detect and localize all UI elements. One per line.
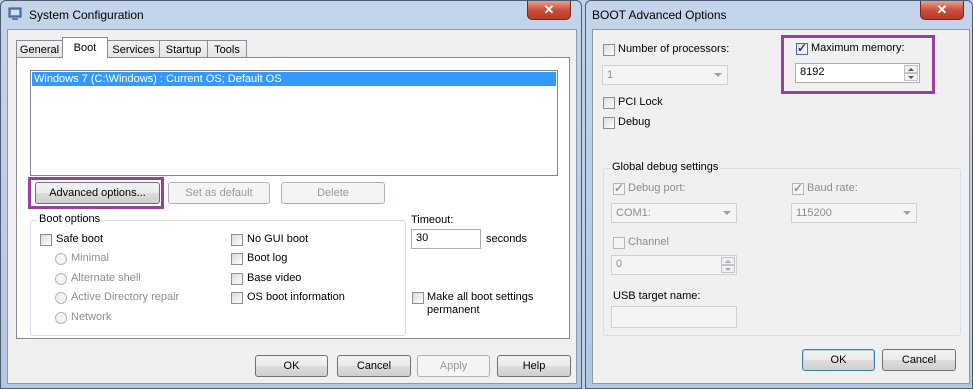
select-value: 115200	[796, 207, 832, 219]
tab-startup[interactable]: Startup	[159, 40, 208, 58]
input-value: 8192	[800, 66, 825, 78]
chevron-down-icon	[903, 211, 911, 215]
alternate-shell-label: Alternate shell	[71, 272, 141, 284]
system-configuration-window: System Configuration ✕ General Boot Serv…	[0, 0, 582, 389]
make-permanent-label-line1: Make all boot settings	[427, 291, 534, 303]
alternate-shell-radio[interactable]	[55, 273, 67, 285]
ok-button[interactable]: OK	[255, 355, 328, 377]
dialog-body: General Boot Services Startup Tools Wind…	[7, 29, 577, 384]
debug-port-checkbox[interactable]	[613, 181, 625, 195]
ad-repair-radio[interactable]	[55, 292, 67, 304]
debug-checkbox[interactable]	[603, 117, 615, 129]
cancel-button[interactable]: Cancel	[882, 349, 956, 371]
no-gui-boot-checkbox[interactable]	[231, 234, 243, 246]
boot-tab-panel: Windows 7 (C:\Windows) : Current OS; Def…	[16, 57, 570, 339]
app-icon	[8, 7, 22, 21]
spin-up-icon[interactable]	[721, 257, 735, 265]
tab-label: General	[19, 43, 60, 56]
pci-lock-label: PCI Lock	[618, 96, 663, 108]
timeout-input[interactable]: 30	[411, 229, 481, 249]
help-button[interactable]: Help	[497, 355, 571, 377]
safe-boot-checkbox[interactable]	[40, 234, 52, 246]
num-processors-checkbox[interactable]	[603, 44, 615, 56]
timeout-label: Timeout:	[411, 214, 454, 226]
minimal-label: Minimal	[71, 252, 109, 264]
window-title: BOOT Advanced Options	[592, 8, 727, 22]
chevron-down-icon	[714, 73, 722, 77]
no-gui-boot-label: No GUI boot	[247, 233, 309, 245]
pci-lock-checkbox[interactable]	[603, 97, 615, 109]
tab-general[interactable]: General	[16, 40, 63, 58]
cancel-button[interactable]: Cancel	[337, 355, 411, 377]
chevron-down-icon	[723, 211, 731, 215]
close-icon[interactable]: ✕	[920, 1, 964, 20]
num-processors-label: Number of processors:	[618, 43, 730, 55]
tab-label: Services	[112, 43, 155, 56]
max-memory-input[interactable]: 8192	[795, 63, 920, 83]
spin-down-icon[interactable]	[721, 265, 735, 273]
tab-tools[interactable]: Tools	[207, 40, 247, 58]
tab-label: Startup	[165, 43, 202, 56]
tab-label: Tools	[214, 43, 240, 56]
select-value: COM1:	[616, 207, 651, 219]
spin-up-icon[interactable]	[904, 65, 918, 73]
boot-options-group: Boot options Safe boot Minimal Alternate…	[30, 213, 406, 336]
max-memory-label: Maximum memory:	[811, 42, 905, 54]
baud-rate-checkbox[interactable]	[792, 181, 804, 195]
debug-port-select[interactable]: COM1:	[611, 203, 737, 223]
max-memory-checkbox[interactable]	[796, 41, 808, 55]
network-radio[interactable]	[55, 312, 67, 324]
delete-button[interactable]: Delete	[281, 182, 385, 204]
spinner[interactable]	[721, 257, 735, 273]
base-video-label: Base video	[247, 272, 302, 284]
ok-button[interactable]: OK	[802, 349, 875, 371]
timeout-unit: seconds	[486, 233, 527, 245]
apply-button[interactable]: Apply	[417, 355, 490, 377]
title-bar[interactable]: System Configuration ✕	[1, 1, 581, 29]
title-bar[interactable]: BOOT Advanced Options ✕	[586, 1, 972, 29]
boot-log-label: Boot log	[247, 252, 288, 264]
set-as-default-button[interactable]: Set as default	[168, 182, 270, 204]
network-label: Network	[71, 311, 112, 323]
group-title: Boot options	[37, 213, 103, 225]
ad-repair-label: Active Directory repair	[71, 291, 180, 303]
base-video-checkbox[interactable]	[231, 273, 243, 285]
input-value: 0	[616, 258, 623, 270]
window-title: System Configuration	[29, 8, 144, 22]
tab-label: Boot	[73, 42, 97, 54]
boot-advanced-options-window: BOOT Advanced Options ✕ Number of proces…	[585, 0, 973, 389]
tab-services[interactable]: Services	[107, 40, 160, 58]
debug-label: Debug	[618, 116, 651, 128]
spin-down-icon[interactable]	[904, 73, 918, 81]
group-title: Global debug settings	[610, 161, 721, 173]
usb-target-label: USB target name:	[613, 290, 701, 302]
close-icon[interactable]: ✕	[527, 1, 571, 20]
os-listbox[interactable]: Windows 7 (C:\Windows) : Current OS; Def…	[30, 70, 558, 176]
list-item[interactable]: Windows 7 (C:\Windows) : Current OS; Def…	[32, 72, 556, 86]
spinner[interactable]	[904, 65, 918, 81]
baud-rate-label: Baud rate:	[807, 182, 858, 194]
make-permanent-label-line2: permanent	[427, 304, 480, 316]
usb-target-input[interactable]	[611, 306, 737, 328]
baud-rate-select[interactable]: 115200	[791, 203, 917, 223]
select-value: 1	[607, 69, 614, 81]
safe-boot-label: Safe boot	[56, 233, 104, 245]
num-processors-select[interactable]: 1	[602, 65, 728, 85]
boot-log-checkbox[interactable]	[231, 253, 243, 265]
os-boot-info-checkbox[interactable]	[231, 292, 243, 304]
minimal-radio[interactable]	[55, 253, 67, 265]
global-debug-group: Global debug settings Debug port: COM1: …	[603, 161, 961, 336]
debug-port-label: Debug port:	[628, 182, 686, 194]
os-boot-info-label: OS boot information	[247, 291, 345, 303]
channel-label: Channel	[628, 236, 669, 248]
channel-checkbox[interactable]	[613, 237, 625, 249]
tab-boot[interactable]: Boot	[62, 37, 108, 58]
make-permanent-checkbox[interactable]	[412, 292, 424, 304]
channel-input[interactable]: 0	[611, 255, 737, 275]
highlight-box	[28, 177, 164, 209]
dialog-body: Number of processors: 1 Maximum memory: …	[592, 29, 970, 384]
